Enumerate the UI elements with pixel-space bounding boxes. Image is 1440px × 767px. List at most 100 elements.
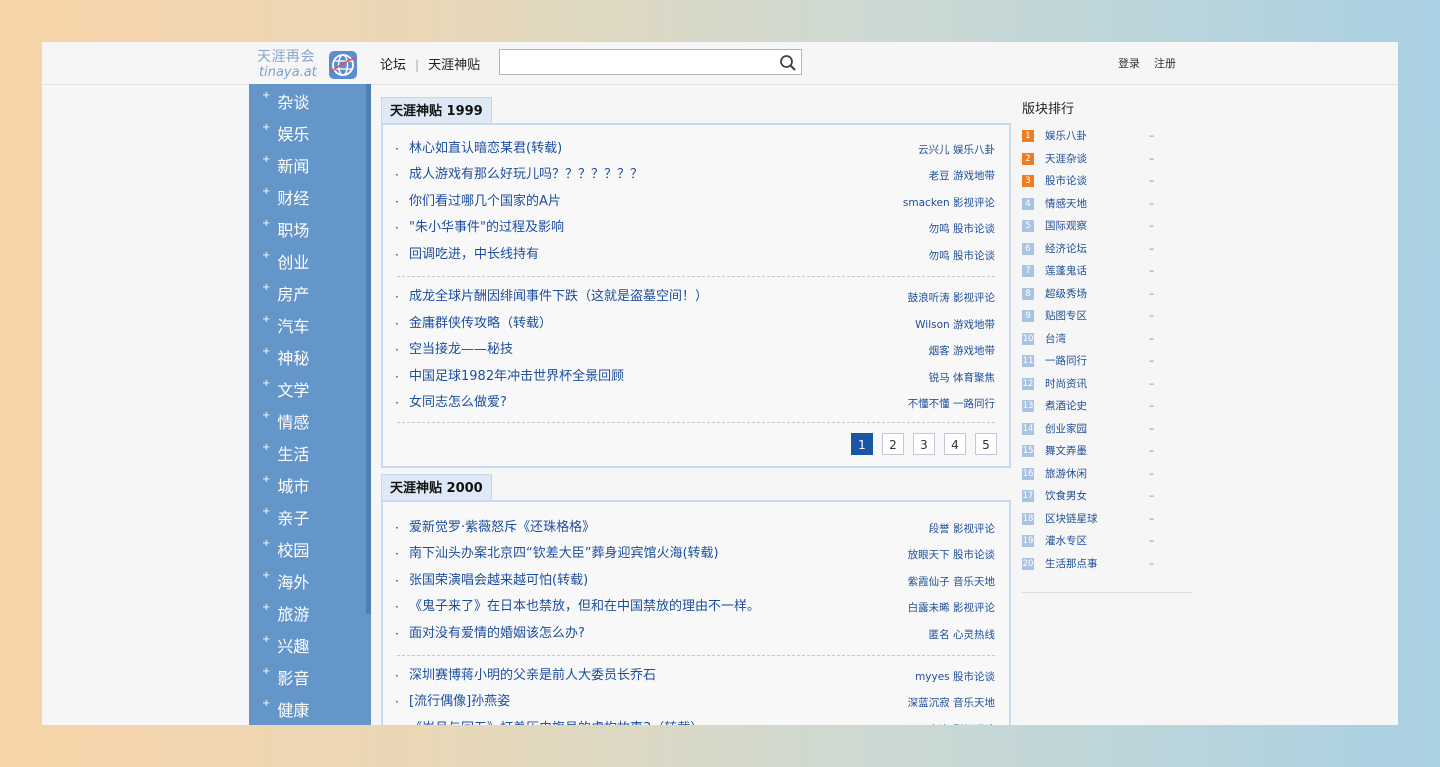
post-meta[interactable]: 安逸 影视评论 [929,717,995,725]
rank-forum-link[interactable]: 时尚资讯 [1045,374,1087,394]
post-title-link[interactable]: 林心如直认暗恋某君(转载) [409,136,562,162]
post-meta[interactable]: 老豆 游戏地带 [929,163,995,189]
post-title-link[interactable]: 深圳赛博蒋小明的父亲是前人大委员长乔石 [409,663,656,689]
post-title-link[interactable]: 金庸群侠传攻略（转载） [409,311,552,337]
sidebar-item-xinwen[interactable]: + 新闻 [262,153,309,181]
nav-tianya-posts-link[interactable]: 天涯神贴 [428,54,480,73]
post-meta[interactable]: 锐马 体育聚焦 [929,365,995,391]
sidebar-item-zatan[interactable]: + 杂谈 [262,89,309,117]
post-meta[interactable]: 紫霞仙子 音乐天地 [908,569,995,595]
post-title-link[interactable]: 回调吃进，中长线持有 [409,242,539,268]
post-meta[interactable]: 云兴儿 娱乐八卦 [918,137,995,163]
rank-forum-link[interactable]: 区块链星球 [1045,509,1098,529]
rank-forum-link[interactable]: 煮酒论史 [1045,396,1087,416]
section-1999-tab[interactable]: 天涯神贴 1999 [381,97,492,124]
sidebar-item-yingyin[interactable]: + 影音 [262,665,309,693]
rank-forum-link[interactable]: 国际观察 [1045,216,1087,236]
sidebar-item-caijing[interactable]: + 财经 [262,185,309,213]
rank-forum-link[interactable]: 台湾 [1045,329,1066,349]
rank-item[interactable]: 19 灌水专区 – [1022,531,1172,551]
rank-forum-link[interactable]: 舞文弄墨 [1045,441,1087,461]
sidebar-item-shenmi[interactable]: + 神秘 [262,345,309,373]
sidebar-item-shenghuo[interactable]: + 生活 [262,441,309,469]
post-title-link[interactable]: 空当接龙——秘技 [409,337,513,363]
post-meta[interactable]: 深蓝沉寂 音乐天地 [908,690,995,716]
post-meta[interactable]: 勿鸣 股市论谈 [929,243,995,269]
nav-forum-link[interactable]: 论坛 [380,54,406,73]
post-title-link[interactable]: "朱小华事件"的过程及影响 [409,215,564,241]
rank-item[interactable]: 11 一路同行 – [1022,351,1172,371]
post-meta[interactable]: 鼓浪听涛 影视评论 [908,285,995,311]
rank-item[interactable]: 1 娱乐八卦 – [1022,126,1172,146]
post-title-link[interactable]: 中国足球1982年冲击世界杯全景回顾 [409,364,624,390]
post-meta[interactable]: 烟客 游戏地带 [929,338,995,364]
rank-item[interactable]: 14 创业家园 – [1022,419,1172,439]
post-meta[interactable]: 不懂不懂 一路同行 [908,391,995,417]
sidebar-item-chuangye[interactable]: + 创业 [262,249,309,277]
rank-forum-link[interactable]: 莲蓬鬼话 [1045,261,1087,281]
register-link[interactable]: 注册 [1154,57,1176,70]
sidebar-item-qiche[interactable]: + 汽车 [262,313,309,341]
rank-item[interactable]: 4 情感天地 – [1022,194,1172,214]
sidebar-scrollbar[interactable] [366,84,371,614]
rank-forum-link[interactable]: 旅游休闲 [1045,464,1087,484]
post-title-link[interactable]: [流行偶像]孙燕姿 [409,689,510,715]
post-meta[interactable]: 匿名 心灵热线 [929,622,995,648]
post-title-link[interactable]: 爱新觉罗·紫薇怒斥《还珠格格》 [409,515,595,541]
post-title-link[interactable]: 面对没有爱情的婚姻该怎么办? [409,621,585,647]
sidebar-item-zhichang[interactable]: + 职场 [262,217,309,245]
rank-forum-link[interactable]: 灌水专区 [1045,531,1087,551]
rank-item[interactable]: 16 旅游休闲 – [1022,464,1172,484]
rank-item[interactable]: 20 生活那点事 – [1022,554,1172,574]
sidebar-item-fangchan[interactable]: + 房产 [262,281,309,309]
rank-forum-link[interactable]: 创业家园 [1045,419,1087,439]
post-title-link[interactable]: 《岁月与回五》打着历史旗号的虚构故事3（转载） [409,716,703,725]
sidebar-item-xiaoyuan[interactable]: + 校园 [262,537,309,565]
post-meta[interactable]: 放眼天下 股市论谈 [908,542,995,568]
sidebar-item-yule[interactable]: + 娱乐 [262,121,309,149]
search-input[interactable] [506,51,780,75]
post-title-link[interactable]: 成龙全球片酬因绯闻事件下跌（这就是盗墓空间！） [409,284,708,310]
rank-item[interactable]: 12 时尚资讯 – [1022,374,1172,394]
post-meta[interactable]: 白露未晞 影视评论 [908,595,995,621]
rank-forum-link[interactable]: 贴图专区 [1045,306,1087,326]
post-title-link[interactable]: 成人游戏有那么好玩儿吗？？？？？？？ [409,162,643,188]
sidebar-item-qinggan[interactable]: + 情感 [262,409,309,437]
sidebar-item-chengshi[interactable]: + 城市 [262,473,309,501]
rank-forum-link[interactable]: 超级秀场 [1045,284,1087,304]
page-2-button[interactable]: 2 [882,433,904,455]
rank-forum-link[interactable]: 饮食男女 [1045,486,1087,506]
site-logo[interactable]: 天涯再会 tinaya.at [257,50,357,82]
sidebar-item-wenxue[interactable]: + 文学 [262,377,309,405]
rank-item[interactable]: 7 莲蓬鬼话 – [1022,261,1172,281]
rank-forum-link[interactable]: 生活那点事 [1045,554,1098,574]
rank-item[interactable]: 2 天涯杂谈 – [1022,149,1172,169]
rank-item[interactable]: 3 股市论谈 – [1022,171,1172,191]
rank-item[interactable]: 5 国际观察 – [1022,216,1172,236]
page-3-button[interactable]: 3 [913,433,935,455]
rank-item[interactable]: 8 超级秀场 – [1022,284,1172,304]
rank-item[interactable]: 9 贴图专区 – [1022,306,1172,326]
sidebar-item-qinzi[interactable]: + 亲子 [262,505,309,533]
post-title-link[interactable]: 你们看过哪几个国家的A片 [409,189,561,215]
section-2000-tab[interactable]: 天涯神贴 2000 [381,474,492,501]
page-5-button[interactable]: 5 [975,433,997,455]
sidebar-item-xingqu[interactable]: + 兴趣 [262,633,309,661]
rank-item[interactable]: 17 饮食男女 – [1022,486,1172,506]
post-meta[interactable]: myyes 股市论谈 [915,664,995,690]
rank-item[interactable]: 6 经济论坛 – [1022,239,1172,259]
rank-forum-link[interactable]: 娱乐八卦 [1045,126,1087,146]
page-1-button[interactable]: 1 [851,433,873,455]
post-meta[interactable]: smacken 影视评论 [903,190,995,216]
sidebar-item-lvyou[interactable]: + 旅游 [262,601,309,629]
post-title-link[interactable]: 南下汕头办案北京四“钦差大臣”葬身迎宾馆火海(转载) [409,541,719,567]
rank-item[interactable]: 15 舞文弄墨 – [1022,441,1172,461]
rank-forum-link[interactable]: 天涯杂谈 [1045,149,1087,169]
rank-forum-link[interactable]: 经济论坛 [1045,239,1087,259]
login-link[interactable]: 登录 [1118,57,1140,70]
rank-item[interactable]: 18 区块链星球 – [1022,509,1172,529]
sidebar-item-haiwai[interactable]: + 海外 [262,569,309,597]
search-icon[interactable] [779,54,797,72]
rank-forum-link[interactable]: 股市论谈 [1045,171,1087,191]
rank-forum-link[interactable]: 一路同行 [1045,351,1087,371]
